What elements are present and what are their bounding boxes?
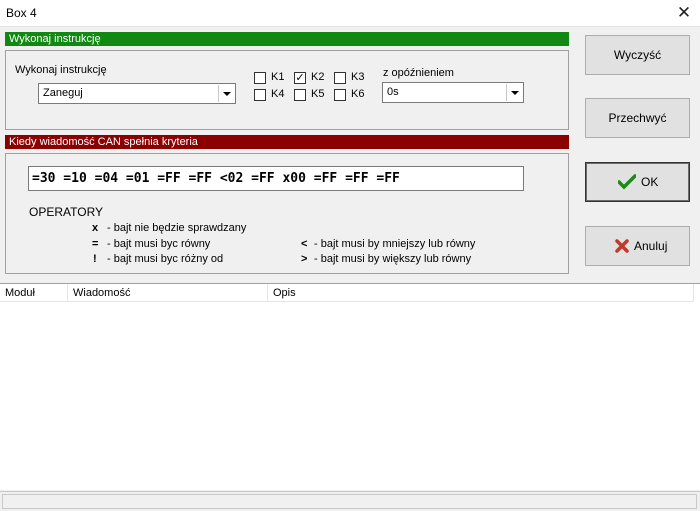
title-bar (0, 0, 700, 27)
checkbox-k1-label: K1 (271, 71, 285, 83)
operator-symbol: < (301, 238, 308, 250)
operator-description: - bajt musi by większy lub równy (314, 253, 472, 265)
column-header-description[interactable]: Opis (268, 284, 694, 302)
instruction-select[interactable]: Zaneguj (38, 83, 236, 104)
section-header-instruction: Wykonaj instrukcję (5, 32, 569, 46)
operator-description: - bajt musi byc różny od (107, 253, 224, 265)
operator-description: - bajt musi byc równy (107, 238, 211, 250)
operator-symbol: x (92, 222, 99, 234)
operator-symbol: > (301, 253, 308, 265)
check-icon (618, 174, 636, 190)
checkbox-k2-label: K2 (311, 71, 325, 83)
instruction-label: Wykonaj instrukcję (15, 64, 107, 76)
checkbox-k6-label: K6 (351, 88, 365, 100)
checkbox-k4-label: K4 (271, 88, 285, 100)
capture-button[interactable]: Przechwyć (585, 98, 690, 138)
ok-button-label: OK (641, 175, 659, 189)
cancel-button[interactable]: Anuluj (585, 226, 690, 266)
ok-button[interactable]: OK (585, 162, 690, 202)
operator-description: - bajt musi by mniejszy lub równy (314, 238, 476, 250)
checkbox-k5[interactable] (294, 89, 306, 101)
cancel-button-label: Anuluj (634, 239, 668, 253)
column-header-module[interactable]: Moduł (0, 284, 68, 302)
window-title: Box 4 (6, 6, 37, 20)
chevron-down-icon[interactable] (506, 84, 522, 101)
delay-select[interactable]: 0s (382, 82, 524, 103)
column-header-message[interactable]: Wiadomość (68, 284, 268, 302)
delay-select-value: 0s (387, 86, 399, 98)
checkbox-k6[interactable] (334, 89, 346, 101)
operator-symbol: ! (93, 253, 97, 265)
close-icon (615, 239, 629, 253)
section-header-criteria: Kiedy wiadomość CAN spełnia kryteria (5, 135, 569, 149)
chevron-down-icon[interactable] (218, 85, 234, 102)
close-icon[interactable]: ✕ (672, 2, 696, 24)
operators-label: OPERATORY (29, 205, 104, 219)
clear-button[interactable]: Wyczyść (585, 35, 690, 75)
status-bar-panel (2, 494, 697, 509)
checkbox-k2[interactable]: ✓ (294, 72, 306, 84)
can-filter-input[interactable]: =30 =10 =04 =01 =FF =FF <02 =FF x00 =FF … (28, 166, 524, 191)
operator-description: - bajt nie będzie sprawdzany (107, 222, 247, 234)
checkbox-k5-label: K5 (311, 88, 325, 100)
operator-symbol: = (92, 238, 99, 250)
checkbox-k3-label: K3 (351, 71, 365, 83)
checkbox-k4[interactable] (254, 89, 266, 101)
checkbox-k3[interactable] (334, 72, 346, 84)
delay-label: z opóźnieniem (383, 67, 454, 79)
checkbox-k1[interactable] (254, 72, 266, 84)
instruction-select-value: Zaneguj (43, 87, 83, 99)
message-list[interactable]: Moduł Wiadomość Opis (0, 283, 700, 490)
